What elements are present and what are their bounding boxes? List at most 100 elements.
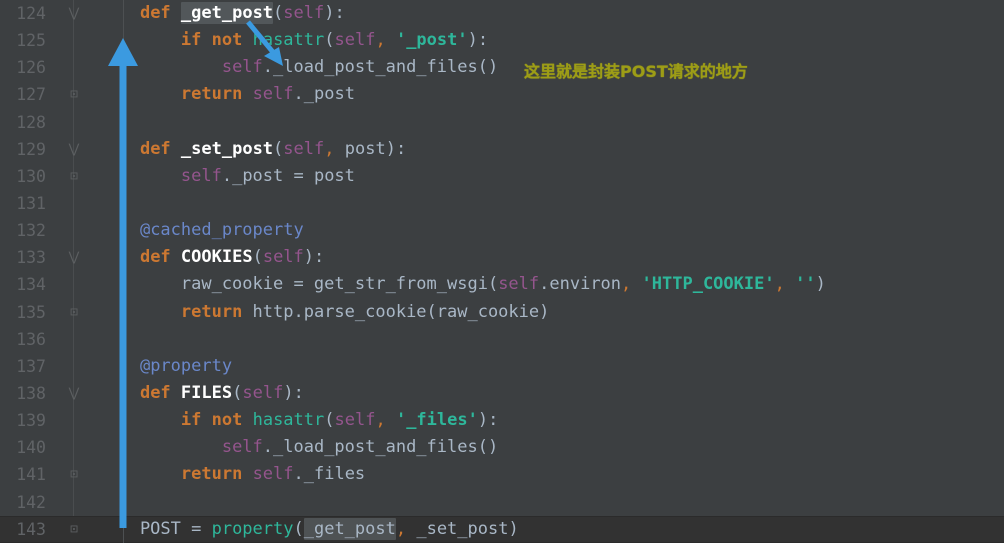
code-token: _set_post bbox=[406, 518, 509, 539]
fold-marker-icon[interactable]: ⋁ bbox=[64, 244, 84, 271]
code-line[interactable]: 131 bbox=[0, 190, 1004, 217]
code-editor[interactable]: 124 ⋁ def _get_post(self): 125 if not hasa… bbox=[0, 0, 1004, 543]
code-token: def bbox=[139, 247, 171, 268]
code-token: POST = bbox=[99, 518, 212, 539]
code-line[interactable]: 127 ⊡ return self._post bbox=[0, 81, 1004, 108]
code-token: ._load_post_and_files() bbox=[262, 57, 499, 78]
line-number: 135 bbox=[16, 302, 46, 322]
code-token: ._post bbox=[293, 84, 355, 105]
code-token: not bbox=[211, 30, 243, 51]
code-token: self bbox=[221, 57, 263, 78]
code-line[interactable]: 124 ⋁ def _get_post(self): bbox=[0, 0, 1004, 27]
code-text: def COOKIES(self): bbox=[99, 244, 324, 271]
code-token: self bbox=[252, 84, 294, 105]
code-line[interactable]: 125 if not hasattr(self, '_post'): bbox=[0, 27, 1004, 54]
code-text: self._load_post_and_files() bbox=[99, 54, 498, 81]
code-token: , bbox=[375, 410, 386, 431]
code-token: , bbox=[375, 30, 386, 51]
code-token: : bbox=[395, 138, 407, 159]
code-token: : bbox=[334, 3, 345, 23]
code-line[interactable]: 135 ⊡ return http.parse_cookie(raw_cookie… bbox=[0, 299, 1004, 326]
fold-marker-icon[interactable]: ⊡ bbox=[64, 299, 84, 326]
code-text: @cached_property bbox=[99, 217, 304, 244]
code-line[interactable]: 137 @property bbox=[0, 353, 1004, 380]
code-text: if not hasattr(self, '_files'): bbox=[99, 407, 498, 434]
line-number: 129 bbox=[16, 139, 46, 159]
code-token: ( bbox=[232, 382, 243, 403]
fold-marker-icon[interactable]: ⊡ bbox=[64, 516, 84, 543]
line-number: 133 bbox=[16, 248, 46, 268]
code-token: self bbox=[242, 382, 284, 403]
fold-marker-icon[interactable]: ⊡ bbox=[64, 163, 84, 190]
code-text: raw_cookie = get_str_from_wsgi(self.envi… bbox=[99, 271, 826, 298]
code-line[interactable]: 136 bbox=[0, 326, 1004, 353]
line-number: 132 bbox=[16, 221, 46, 241]
fold-marker-icon[interactable]: ⋁ bbox=[64, 380, 84, 407]
code-token: if bbox=[180, 30, 202, 51]
code-token: , bbox=[621, 274, 632, 295]
code-text: if not hasattr(self, '_post'): bbox=[99, 27, 488, 54]
fold-marker-icon[interactable]: ⊡ bbox=[64, 461, 84, 488]
line-number: 124 bbox=[16, 4, 46, 23]
code-token: self bbox=[252, 464, 294, 485]
code-line[interactable]: 129 ⋁ def _set_post(self, post): bbox=[0, 136, 1004, 163]
code-line[interactable]: 143 ⊡ POST = property(_get_post, _set_pos… bbox=[0, 515, 1004, 543]
code-line[interactable]: 141 ⊡ return self._files bbox=[0, 461, 1004, 488]
code-line[interactable]: 132 @cached_property bbox=[0, 217, 1004, 244]
code-token: ) bbox=[385, 138, 396, 159]
line-number: 126 bbox=[16, 58, 46, 78]
code-token: self bbox=[283, 3, 325, 23]
code-token: '_post' bbox=[395, 30, 468, 51]
code-line[interactable]: 134 raw_cookie = get_str_from_wsgi(self.… bbox=[0, 271, 1004, 298]
code-token: raw_cookie = get_str_from_wsgi bbox=[99, 274, 488, 295]
code-token: : bbox=[477, 30, 489, 51]
code-token: , bbox=[774, 274, 785, 295]
code-line[interactable]: 128 bbox=[0, 109, 1004, 136]
fold-marker-icon[interactable]: ⊡ bbox=[64, 81, 84, 108]
code-token: self bbox=[262, 247, 304, 268]
highlighted-token: _get_post bbox=[180, 2, 274, 24]
code-token: def bbox=[139, 3, 171, 23]
code-line[interactable]: 138 ⋁ def FILES(self): bbox=[0, 380, 1004, 407]
code-line[interactable]: 139 if not hasattr(self, '_files'): bbox=[0, 407, 1004, 434]
code-line[interactable]: 130 ⊡ self._post = post bbox=[0, 163, 1004, 190]
line-number: 125 bbox=[16, 31, 46, 51]
line-number: 134 bbox=[16, 275, 46, 295]
code-line[interactable]: 126 self._load_post_and_files() bbox=[0, 54, 1004, 81]
code-token: return bbox=[180, 84, 243, 105]
code-line[interactable]: 142 bbox=[0, 489, 1004, 516]
code-token: self bbox=[221, 437, 263, 458]
code-line[interactable]: 140 self._load_post_and_files() bbox=[0, 434, 1004, 461]
code-token: ._load_post_and_files() bbox=[262, 437, 499, 458]
code-line[interactable]: 133 ⋁ def COOKIES(self): bbox=[0, 244, 1004, 271]
code-token: property bbox=[211, 518, 294, 539]
code-token: ) bbox=[477, 410, 489, 431]
line-number: 131 bbox=[16, 193, 46, 213]
line-number: 137 bbox=[16, 356, 46, 376]
code-token: : bbox=[314, 247, 325, 268]
code-text: def FILES(self): bbox=[99, 380, 304, 407]
fold-marker-icon[interactable]: ⋁ bbox=[64, 0, 84, 27]
code-token: ( bbox=[273, 3, 284, 23]
fold-marker-icon[interactable]: ⋁ bbox=[64, 136, 84, 163]
code-token: post bbox=[334, 138, 386, 159]
code-text: self._load_post_and_files() bbox=[99, 434, 498, 461]
code-token: return bbox=[180, 464, 243, 485]
code-token: def bbox=[139, 382, 171, 403]
code-token: _set_post bbox=[180, 138, 274, 159]
code-token: hasattr bbox=[252, 410, 325, 431]
